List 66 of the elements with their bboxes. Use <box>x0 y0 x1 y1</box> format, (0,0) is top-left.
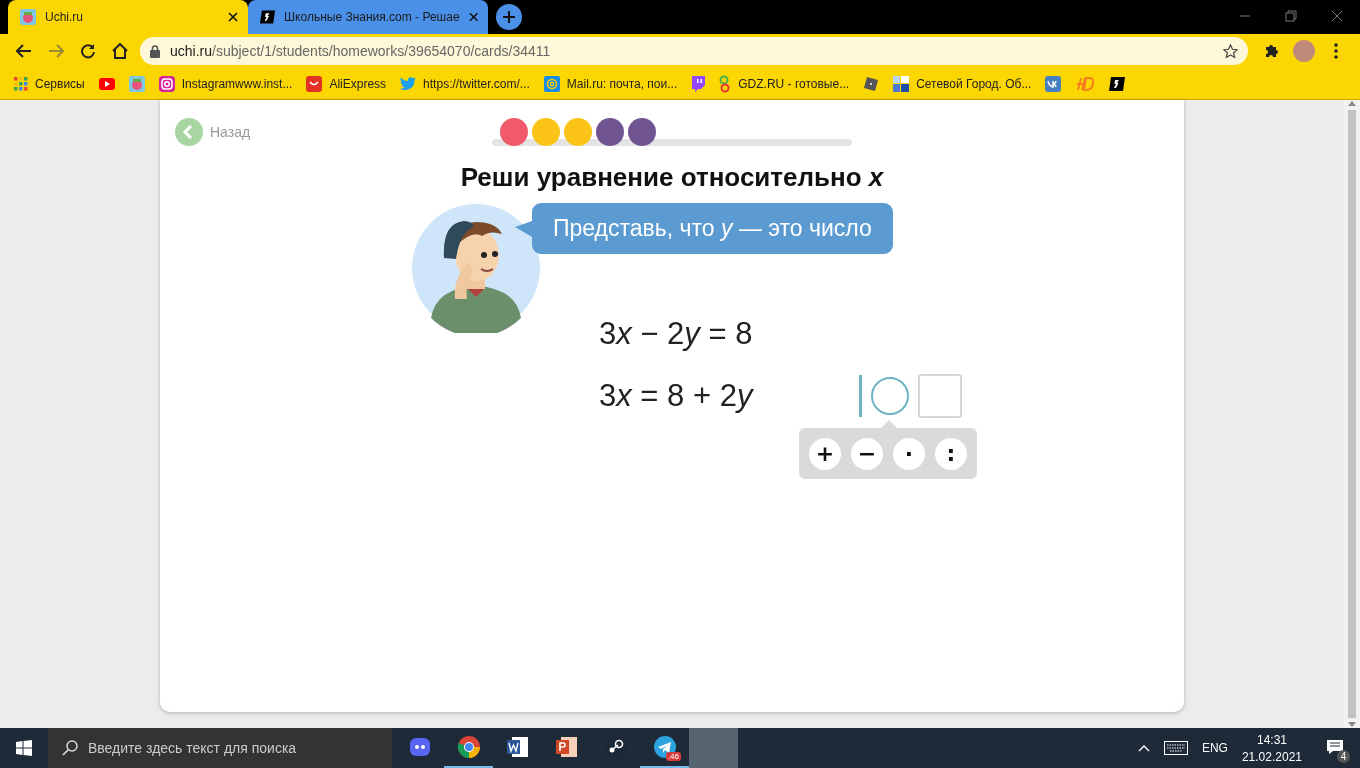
menu-icon[interactable] <box>1334 43 1338 59</box>
chevron-up-icon[interactable] <box>1137 744 1150 752</box>
circle-answer-field[interactable] <box>871 377 909 415</box>
operator-button[interactable]: · <box>893 437 925 470</box>
puzzle-icon[interactable] <box>1264 43 1280 59</box>
plus-icon <box>502 10 516 24</box>
letters-icon <box>719 74 732 93</box>
lock-icon <box>150 44 160 58</box>
operator-button[interactable]: : <box>935 437 967 470</box>
search-icon <box>62 740 78 756</box>
scrollbar-thumb[interactable] <box>1348 110 1356 718</box>
browser-tab[interactable]: Uchi.ru <box>8 0 248 34</box>
cartoon-icon <box>20 9 36 25</box>
bookmark-link[interactable]: Сервисы <box>35 76 85 91</box>
clock-time[interactable]: 14:31 <box>1256 732 1287 747</box>
search-placeholder: Введите здесь текст для поиска <box>88 740 297 756</box>
document-w-icon[interactable] <box>505 735 530 759</box>
windows-logo-icon[interactable] <box>16 740 32 756</box>
camera-icon <box>158 75 175 92</box>
task-title: Реши уравнение относительно x <box>459 162 885 193</box>
apps-grid-icon <box>14 76 28 91</box>
bag-icon <box>306 75 323 92</box>
bookmark-link[interactable]: Сетевой Город. Об... <box>916 76 1032 91</box>
taskbar-search-field[interactable]: Введите здесь текст для поиска <box>48 728 392 768</box>
paper-plane-icon[interactable] <box>652 735 677 759</box>
equation: 3x − 2y = 8 <box>599 315 754 353</box>
ze-logo-icon <box>260 9 276 25</box>
equation: 3x = 8 + 2y <box>599 377 755 415</box>
bookmark-link[interactable]: AliExpress <box>329 76 387 91</box>
home-icon[interactable] <box>112 43 128 59</box>
cartoon-icon <box>128 75 145 92</box>
slides-p-icon[interactable] <box>554 735 579 759</box>
hd-logo-icon <box>1075 76 1096 91</box>
text-cursor <box>859 375 862 417</box>
new-tab-button[interactable] <box>496 4 522 30</box>
chevron-left-icon <box>175 118 203 146</box>
close-icon[interactable] <box>228 12 238 22</box>
clock-date[interactable]: 21.02.2021 <box>1241 749 1302 764</box>
close-icon[interactable] <box>468 12 478 22</box>
at-sign-icon <box>543 75 560 92</box>
squares-icon <box>893 75 910 92</box>
bookmark-link[interactable]: https://twitter.com/... <box>423 76 530 91</box>
operator-button[interactable]: + <box>809 437 841 470</box>
address-bar[interactable]: uchi.ru/subject/1/students/homeworks/39654070/cards/34411 <box>140 37 1248 65</box>
play-icon <box>98 77 115 90</box>
chrome-icon[interactable] <box>456 735 481 759</box>
bookmark-link[interactable]: Mail.ru: почта, пои... <box>566 76 678 91</box>
notification-count: 4 <box>1337 749 1350 763</box>
unread-count: .46 <box>665 752 681 761</box>
star-icon[interactable] <box>1223 43 1238 59</box>
bookmark-link[interactable]: GDZ.RU - готовые... <box>738 76 850 91</box>
bird-icon <box>400 77 417 90</box>
square-answer-field[interactable] <box>918 374 962 418</box>
game-controller-icon[interactable] <box>407 735 432 759</box>
speech-bubble-tail <box>515 221 532 237</box>
operator-button[interactable]: − <box>851 437 883 470</box>
back-arrow-icon[interactable] <box>16 44 32 58</box>
browser-tab[interactable]: Школьные Знания.com - Решае <box>248 0 488 34</box>
reload-icon[interactable] <box>80 43 96 59</box>
bookmark-link[interactable]: Instagramwww.inst... <box>181 76 293 91</box>
hint-bubble: Представь, что y — это число <box>532 203 893 254</box>
keyboard-icon[interactable] <box>1163 741 1188 755</box>
input-language[interactable]: ENG <box>1201 741 1228 755</box>
speech-bubble-icon <box>691 75 706 92</box>
ze-logo-icon <box>1109 75 1126 92</box>
vk-icon <box>1045 75 1062 92</box>
